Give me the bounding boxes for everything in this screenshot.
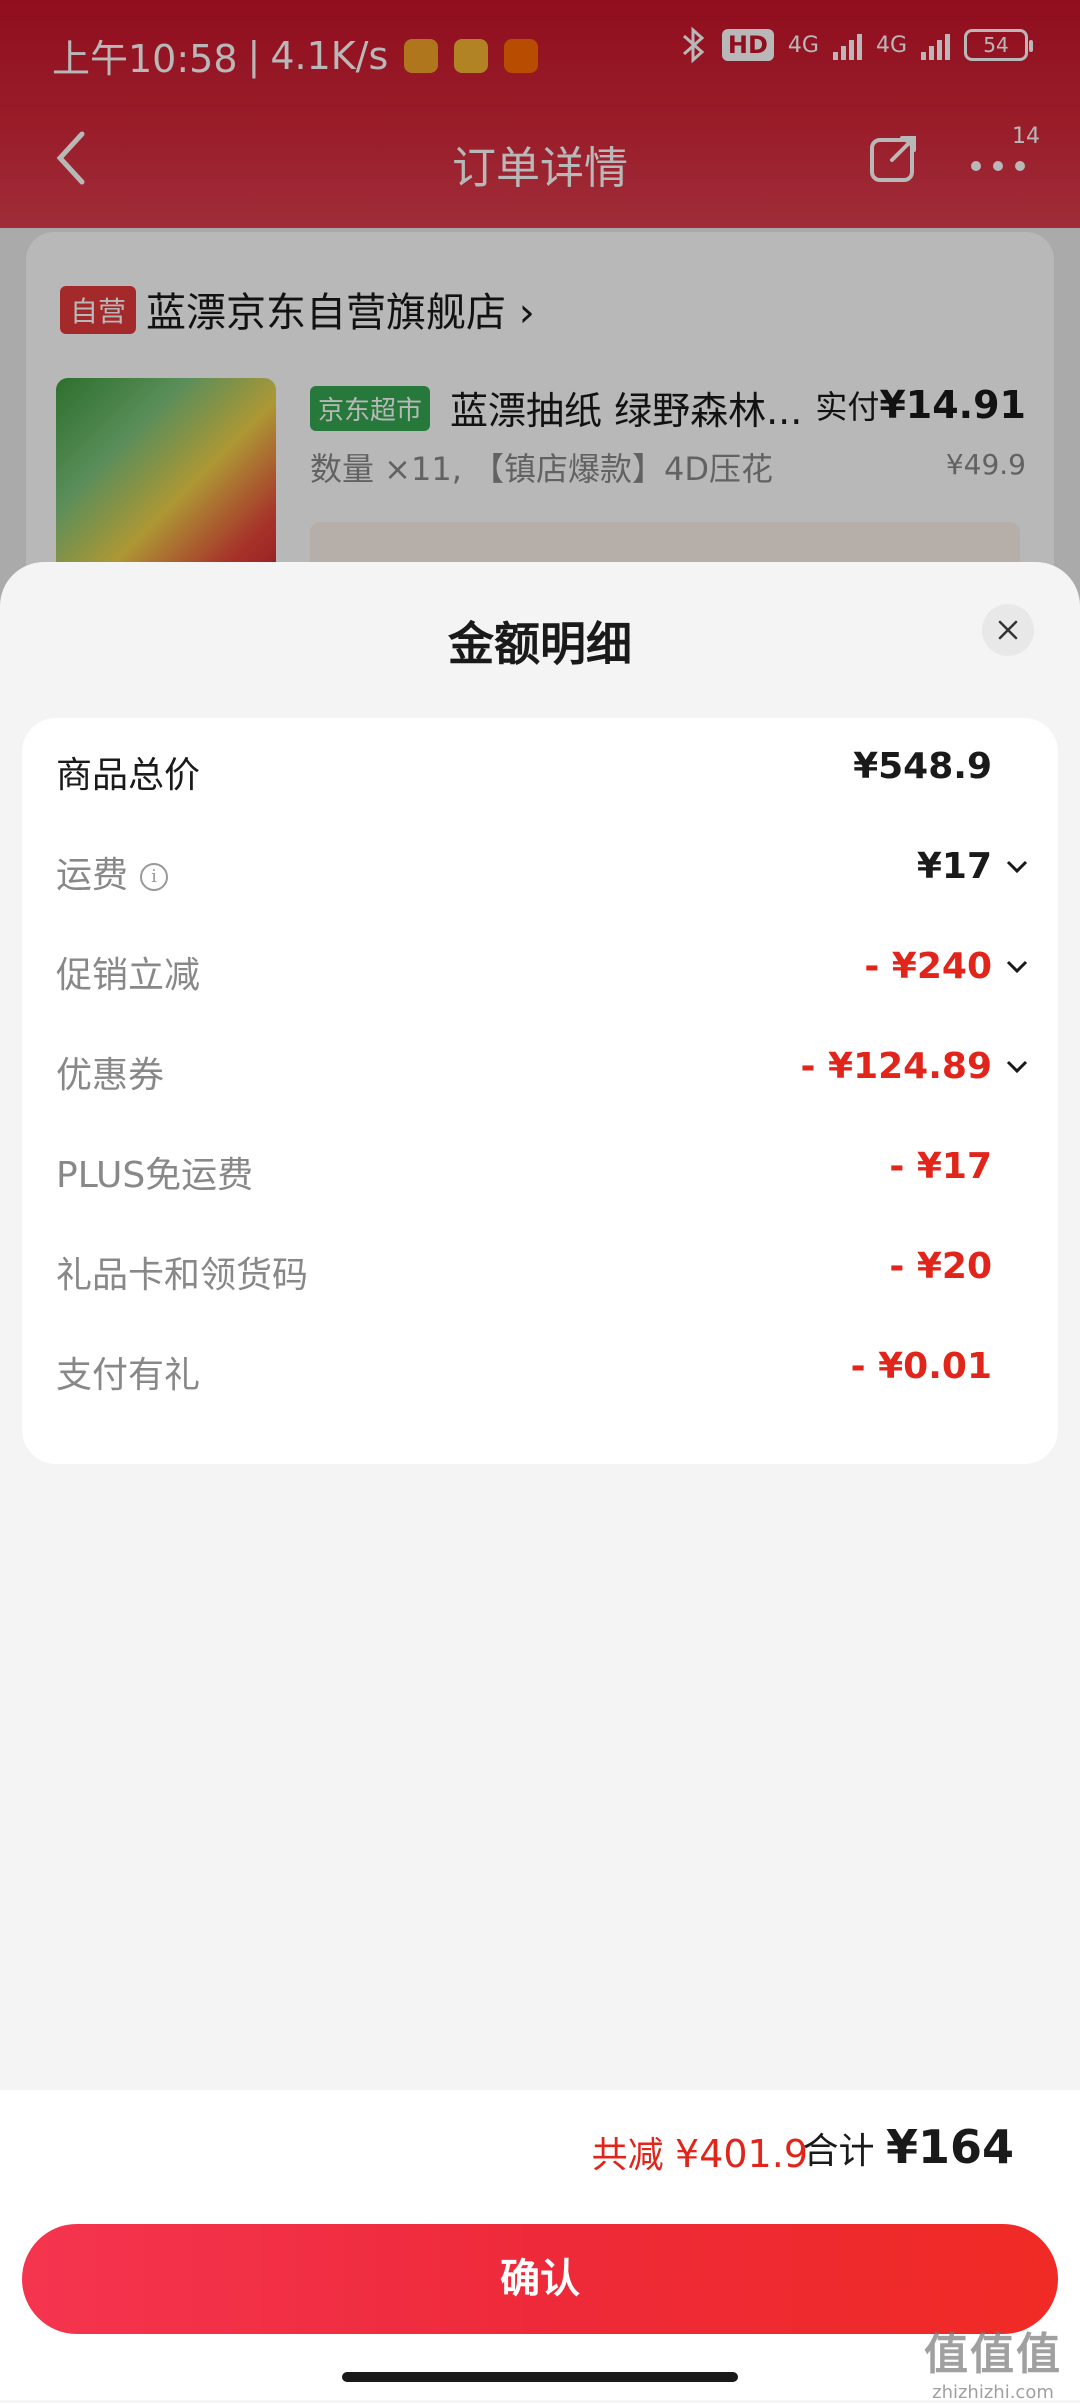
watermark-logo: 值值值 zhizhizhi.com <box>924 2329 1062 2403</box>
row-value: - ¥20 <box>889 1246 992 1287</box>
row-plus-free-shipping: PLUS免运费 - ¥17 <box>22 1118 1058 1218</box>
sheet-title: 金额明细 <box>448 617 632 671</box>
row-label: 支付有礼 <box>56 1355 201 1396</box>
row-label: 促销立减 <box>56 955 201 996</box>
confirm-area: 确认 <box>0 2210 1080 2400</box>
row-shipping[interactable]: 运费 i ¥17 <box>22 818 1058 918</box>
close-button[interactable] <box>982 604 1034 656</box>
row-payment-gift: 支付有礼 - ¥0.01 <box>22 1318 1058 1418</box>
close-icon <box>998 620 1018 640</box>
row-label: 礼品卡和领货码 <box>56 1255 309 1296</box>
total-summary-bar: 共减 ¥401.9 合计 ¥164 <box>0 2090 1080 2210</box>
row-gift-card: 礼品卡和领货码 - ¥20 <box>22 1218 1058 1318</box>
row-label: 运费 <box>56 855 129 896</box>
chevron-down-icon[interactable] <box>1006 960 1028 974</box>
confirm-button[interactable]: 确认 <box>22 2224 1058 2334</box>
row-value: - ¥240 <box>864 946 992 987</box>
row-value: - ¥124.89 <box>800 1046 992 1087</box>
chevron-down-icon[interactable] <box>1006 860 1028 874</box>
row-promotion-discount[interactable]: 促销立减 - ¥240 <box>22 918 1058 1018</box>
row-value: - ¥17 <box>889 1146 992 1187</box>
info-icon[interactable]: i <box>140 863 169 891</box>
row-value: ¥548.9 <box>853 746 992 787</box>
row-coupon[interactable]: 优惠券 - ¥124.89 <box>22 1018 1058 1118</box>
row-goods-total: 商品总价 ¥548.9 <box>22 718 1058 818</box>
amount-detail-card: 商品总价 ¥548.9 运费 i ¥17 促销立减 - ¥240 优惠券 - ¥1… <box>22 718 1058 1464</box>
row-label: 商品总价 <box>56 755 201 796</box>
total-amount: 合计 ¥164 <box>802 2120 1015 2174</box>
row-label: PLUS免运费 <box>56 1155 254 1196</box>
chevron-down-icon[interactable] <box>1006 1060 1028 1074</box>
home-indicator[interactable] <box>342 2372 738 2382</box>
row-value: ¥17 <box>916 846 992 887</box>
total-saved: 共减 ¥401.9 <box>591 2132 808 2176</box>
row-value: - ¥0.01 <box>850 1346 992 1387</box>
row-label: 优惠券 <box>56 1055 165 1096</box>
